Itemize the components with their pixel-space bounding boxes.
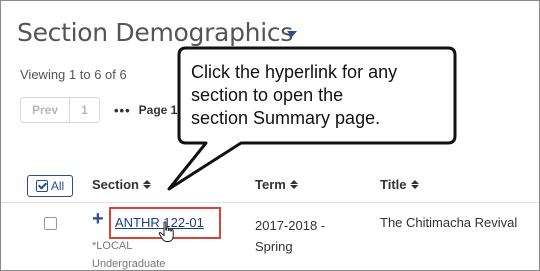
callout-bubble — [167, 46, 457, 191]
callout-line: section to open the — [191, 85, 344, 105]
app-window: Section Demographics Viewing 1 to 6 of 6… — [0, 0, 540, 271]
callout-line: section Summary page. — [191, 108, 381, 128]
callout-line: Click the hyperlink for any — [191, 62, 398, 82]
callout-text: Click the hyperlink for any section to o… — [191, 61, 441, 130]
